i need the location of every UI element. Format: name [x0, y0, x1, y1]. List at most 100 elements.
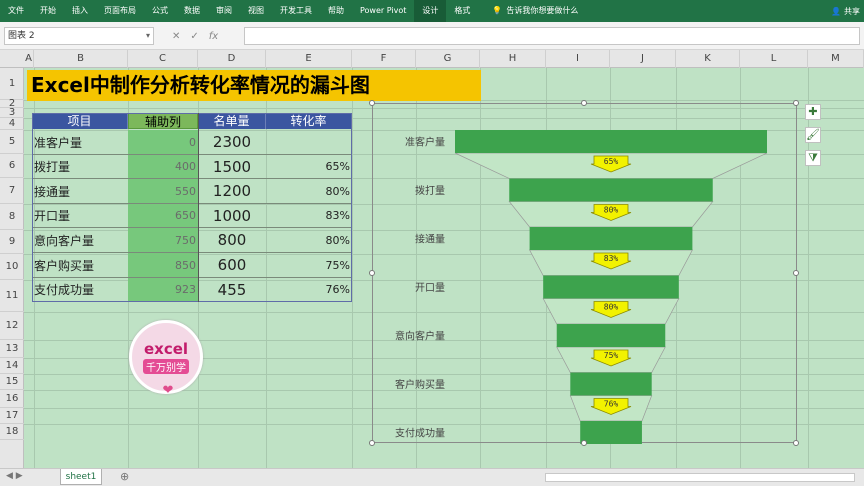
table-header-cell[interactable]: 转化率 [266, 113, 352, 129]
table-cell-name[interactable]: 拨打量 [32, 155, 128, 179]
chart-filter-button[interactable]: ⧩ [805, 150, 821, 166]
table-cell-aux[interactable]: 550 [128, 179, 198, 204]
column-header-cell[interactable]: F [352, 50, 416, 68]
column-header-cell[interactable]: J [610, 50, 676, 68]
row-header-cell[interactable]: 15 [0, 374, 24, 390]
page-title[interactable]: Excel中制作分析转化率情况的漏斗图 [27, 70, 481, 101]
ribbon-tab[interactable]: 开发工具 [272, 0, 320, 22]
resize-handle[interactable] [793, 270, 799, 276]
table-cell-name[interactable]: 支付成功量 [32, 278, 128, 302]
resize-handle[interactable] [369, 270, 375, 276]
column-header-cell[interactable]: A [24, 50, 34, 68]
chart-elements-button[interactable]: ✚ [805, 104, 821, 120]
resize-handle[interactable] [793, 100, 799, 106]
resize-handle[interactable] [369, 440, 375, 446]
row-header-cell[interactable]: 13 [0, 340, 24, 358]
ribbon-tab[interactable]: Power Pivot [352, 0, 414, 22]
share-button[interactable]: 👤 共享 [831, 6, 864, 17]
row-header-cell[interactable]: 6 [0, 154, 24, 178]
column-header-cell[interactable]: D [198, 50, 266, 68]
table-cell-aux[interactable]: 0 [128, 130, 198, 155]
ribbon-tab[interactable]: 页面布局 [96, 0, 144, 22]
table-cell-rate[interactable]: 75% [266, 253, 352, 278]
resize-handle[interactable] [369, 100, 375, 106]
table-cell-name[interactable]: 意向客户量 [32, 228, 128, 253]
column-header-cell[interactable]: I [546, 50, 610, 68]
resize-handle[interactable] [581, 100, 587, 106]
resize-handle[interactable] [581, 440, 587, 446]
ribbon-tab[interactable]: 设计 [414, 0, 447, 22]
table-cell-rate[interactable] [266, 130, 352, 155]
column-header-cell[interactable]: H [480, 50, 546, 68]
formula-input[interactable] [244, 27, 860, 45]
column-header-cell[interactable]: K [676, 50, 740, 68]
table-cell-count[interactable]: 600 [198, 253, 266, 278]
table-cell-count[interactable]: 1000 [198, 204, 266, 228]
row-header-cell[interactable]: 7 [0, 178, 24, 204]
table-cell-name[interactable]: 接通量 [32, 179, 128, 204]
table-cell-aux[interactable]: 650 [128, 204, 198, 228]
table-cell-aux[interactable]: 400 [128, 155, 198, 179]
sheet-nav-icon[interactable]: ◀ ▶ [6, 471, 23, 481]
table-cell-aux[interactable]: 923 [128, 278, 198, 302]
row-header-cell[interactable]: 10 [0, 254, 24, 280]
table-cell-aux[interactable]: 850 [128, 253, 198, 278]
row-header-cell[interactable]: 14 [0, 358, 24, 374]
table-cell-aux[interactable]: 750 [128, 228, 198, 253]
row-header-cell[interactable]: 8 [0, 204, 24, 230]
table-cell-name[interactable]: 开口量 [32, 204, 128, 228]
column-header-cell[interactable]: L [740, 50, 808, 68]
chart-styles-button[interactable]: 🖌 [805, 127, 821, 143]
ribbon-tab[interactable]: 开始 [32, 0, 64, 22]
ribbon-tab[interactable]: 文件 [0, 0, 32, 22]
row-header-cell[interactable]: 11 [0, 280, 24, 312]
name-box[interactable]: 图表 2 ▾ [4, 27, 154, 45]
table-header-cell[interactable]: 项目 [32, 113, 128, 129]
cancel-icon[interactable]: ✕ [172, 31, 180, 42]
horizontal-scrollbar[interactable] [545, 473, 855, 482]
table-cell-name[interactable]: 客户购买量 [32, 253, 128, 278]
row-header-cell[interactable]: 17 [0, 408, 24, 424]
add-sheet-icon[interactable]: ⊕ [120, 470, 129, 483]
column-header-cell[interactable]: G [416, 50, 480, 68]
row-header-cell[interactable]: 16 [0, 390, 24, 408]
fx-icon[interactable]: fx [209, 31, 218, 42]
table-header-cell[interactable]: 辅助列 [128, 113, 198, 129]
column-header-cell[interactable]: C [128, 50, 198, 68]
row-header-cell[interactable]: 5 [0, 130, 24, 154]
tell-me-box[interactable]: 💡 告诉我你想要做什么 [484, 0, 586, 22]
row-header-cell[interactable]: 4 [0, 118, 24, 130]
table-cell-rate[interactable]: 83% [266, 204, 352, 228]
chevron-down-icon[interactable]: ▾ [146, 28, 150, 44]
ribbon-tab[interactable]: 公式 [144, 0, 176, 22]
ribbon-tab[interactable]: 审阅 [208, 0, 240, 22]
confirm-icon[interactable]: ✓ [190, 31, 198, 42]
column-header-cell[interactable]: E [266, 50, 352, 68]
column-header-cell[interactable]: B [34, 50, 128, 68]
ribbon-tab[interactable]: 帮助 [320, 0, 352, 22]
table-cell-rate[interactable]: 80% [266, 179, 352, 204]
row-header-cell[interactable]: 3 [0, 108, 24, 118]
ribbon-tab[interactable]: 数据 [176, 0, 208, 22]
table-cell-rate[interactable]: 76% [266, 278, 352, 302]
row-header-cell[interactable]: 9 [0, 230, 24, 254]
row-header-cell[interactable]: 12 [0, 312, 24, 340]
table-header-cell[interactable]: 名单量 [198, 113, 266, 129]
resize-handle[interactable] [793, 440, 799, 446]
table-cell-count[interactable]: 455 [198, 278, 266, 302]
table-cell-rate[interactable]: 80% [266, 228, 352, 253]
table-cell-count[interactable]: 800 [198, 228, 266, 253]
table-cell-name[interactable]: 准客户量 [32, 130, 128, 155]
sheet-tab[interactable]: sheet1 [60, 469, 102, 485]
column-header-cell[interactable]: M [808, 50, 864, 68]
ribbon-tab[interactable]: 格式 [446, 0, 478, 22]
ribbon-tab[interactable]: 插入 [64, 0, 96, 22]
table-cell-rate[interactable]: 65% [266, 155, 352, 179]
table-cell-count[interactable]: 1500 [198, 155, 266, 179]
row-header-cell[interactable]: 1 [0, 68, 24, 100]
ribbon-tab[interactable]: 视图 [240, 0, 272, 22]
table-cell-count[interactable]: 1200 [198, 179, 266, 204]
row-header-cell[interactable]: 18 [0, 424, 24, 440]
funnel-chart[interactable]: 准客户量 拨打量 接通量 开口量 意向客户量 客户购买量 支付成功量 65% 80% 83% 80%… [369, 100, 799, 446]
table-cell-count[interactable]: 2300 [198, 130, 266, 155]
